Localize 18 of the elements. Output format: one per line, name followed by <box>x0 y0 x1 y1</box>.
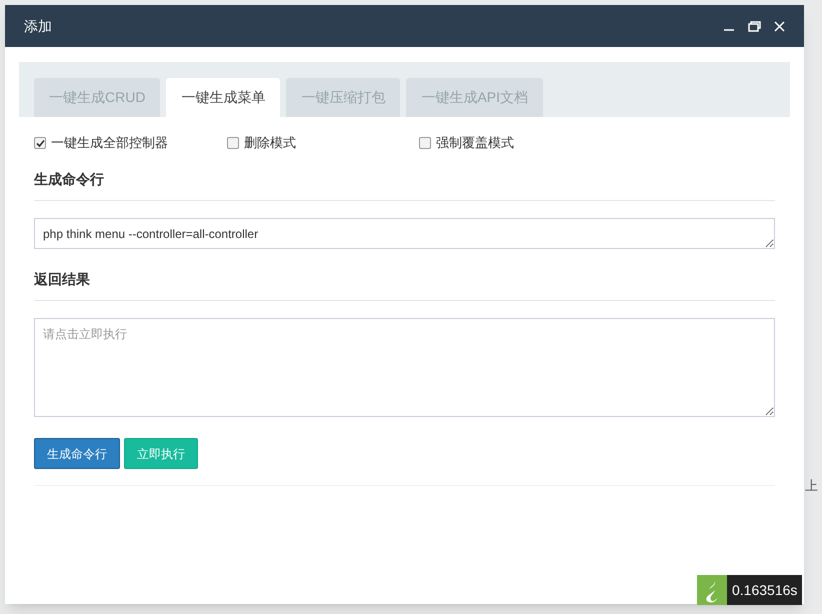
window-title: 添加 <box>24 16 53 36</box>
checkbox[interactable] <box>227 137 239 149</box>
command-field[interactable]: php think menu --controller=all-controller <box>34 218 775 249</box>
checkbox[interactable] <box>34 137 46 149</box>
section-heading: 生成命令行 <box>34 169 775 201</box>
close-icon[interactable] <box>774 20 785 32</box>
checkbox-label: 强制覆盖模式 <box>436 134 514 152</box>
checkbox[interactable] <box>419 137 431 149</box>
tab[interactable]: 一键生成菜单 <box>166 78 280 117</box>
action-button[interactable]: 立即执行 <box>124 438 198 469</box>
action-button[interactable]: 生成命令行 <box>34 438 120 469</box>
result-field[interactable]: 请点击立即执行 <box>34 318 775 417</box>
checkbox-label: 一键生成全部控制器 <box>51 134 168 152</box>
debug-time: 0.163516s <box>727 575 802 605</box>
checkbox-label: 删除模式 <box>244 134 296 152</box>
pager-link[interactable]: 上 <box>805 476 818 496</box>
section-heading: 返回结果 <box>34 269 775 301</box>
maximize-icon[interactable] <box>748 20 761 32</box>
